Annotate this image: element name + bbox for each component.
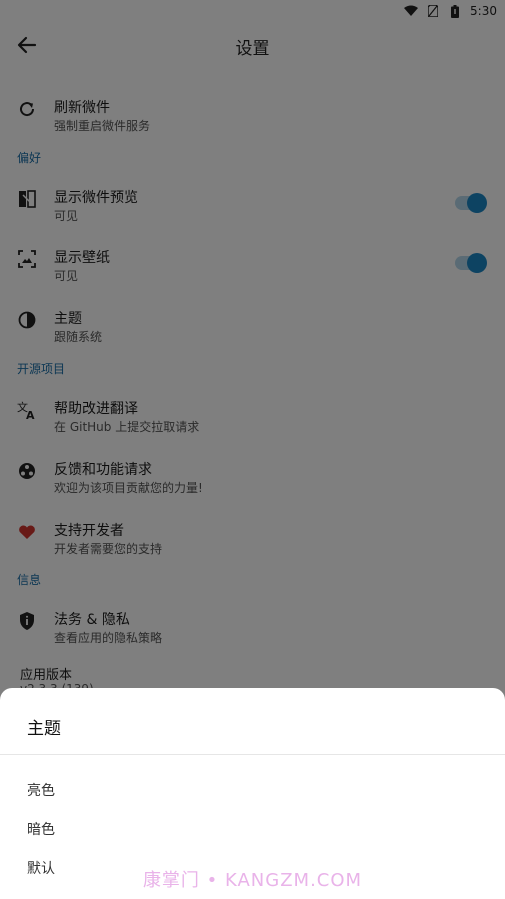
theme-option-light[interactable]: 亮色: [27, 780, 55, 800]
sheet-title: 主题: [27, 719, 61, 739]
theme-bottom-sheet: 主题 亮色 暗色 默认 康掌门 • KANGZM.COM: [0, 688, 505, 899]
watermark-text: 康掌门 • KANGZM.COM: [142, 870, 363, 891]
divider: [0, 754, 505, 755]
theme-option-dark[interactable]: 暗色: [27, 819, 55, 839]
